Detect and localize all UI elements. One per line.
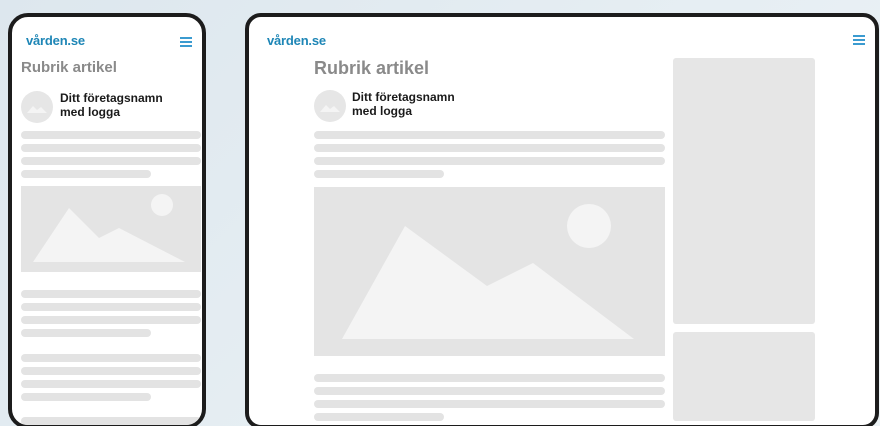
article-title: Rubrik artikel bbox=[21, 59, 117, 76]
sidebar-ad-placeholder bbox=[673, 332, 815, 421]
text-placeholder-line bbox=[21, 144, 201, 152]
text-placeholder-line bbox=[21, 329, 151, 337]
image-placeholder-icon bbox=[21, 186, 201, 272]
text-placeholder-line bbox=[21, 170, 151, 178]
text-placeholder-line bbox=[314, 157, 665, 165]
hamburger-menu-icon[interactable] bbox=[180, 37, 192, 47]
text-placeholder-line bbox=[21, 380, 201, 388]
text-placeholder-line bbox=[21, 393, 151, 401]
site-logo[interactable]: vården.se bbox=[267, 33, 326, 48]
text-placeholder-line bbox=[21, 290, 201, 298]
mobile-preview: vården.se Rubrik artikel Ditt företagsna… bbox=[8, 13, 206, 426]
text-placeholder-line bbox=[21, 303, 201, 311]
text-placeholder-line bbox=[314, 400, 665, 408]
site-logo[interactable]: vården.se bbox=[26, 33, 85, 48]
desktop-preview: vården.se Rubrik artikel Ditt företagsna… bbox=[245, 13, 879, 426]
company-logo-placeholder-icon bbox=[314, 90, 346, 122]
article-title: Rubrik artikel bbox=[314, 58, 430, 78]
company-name-line2: med logga bbox=[60, 105, 121, 120]
company-name: Ditt företagsnamn med logga bbox=[60, 91, 163, 120]
hamburger-menu-icon[interactable] bbox=[853, 35, 865, 45]
sidebar-ad-placeholder bbox=[673, 58, 815, 324]
text-placeholder-line bbox=[21, 367, 201, 375]
text-placeholder-line bbox=[314, 144, 665, 152]
company-logo-placeholder-icon bbox=[21, 91, 53, 123]
company-name-line2: med logga bbox=[352, 104, 413, 119]
company-name-line1: Ditt företagsnamn bbox=[60, 91, 163, 105]
text-placeholder-line bbox=[21, 354, 201, 362]
text-placeholder-line bbox=[21, 157, 201, 165]
text-placeholder-line bbox=[21, 316, 201, 324]
text-placeholder-line bbox=[314, 374, 665, 382]
text-placeholder-line bbox=[314, 413, 444, 421]
text-placeholder-line bbox=[21, 131, 201, 139]
company-name-line1: Ditt företagsnamn bbox=[352, 90, 455, 104]
text-placeholder-line bbox=[314, 170, 444, 178]
text-placeholder-line bbox=[21, 417, 201, 425]
company-name: Ditt företagsnamn med logga bbox=[352, 90, 455, 119]
text-placeholder-line bbox=[314, 131, 665, 139]
image-placeholder-icon bbox=[314, 187, 665, 356]
text-placeholder-line bbox=[314, 387, 665, 395]
